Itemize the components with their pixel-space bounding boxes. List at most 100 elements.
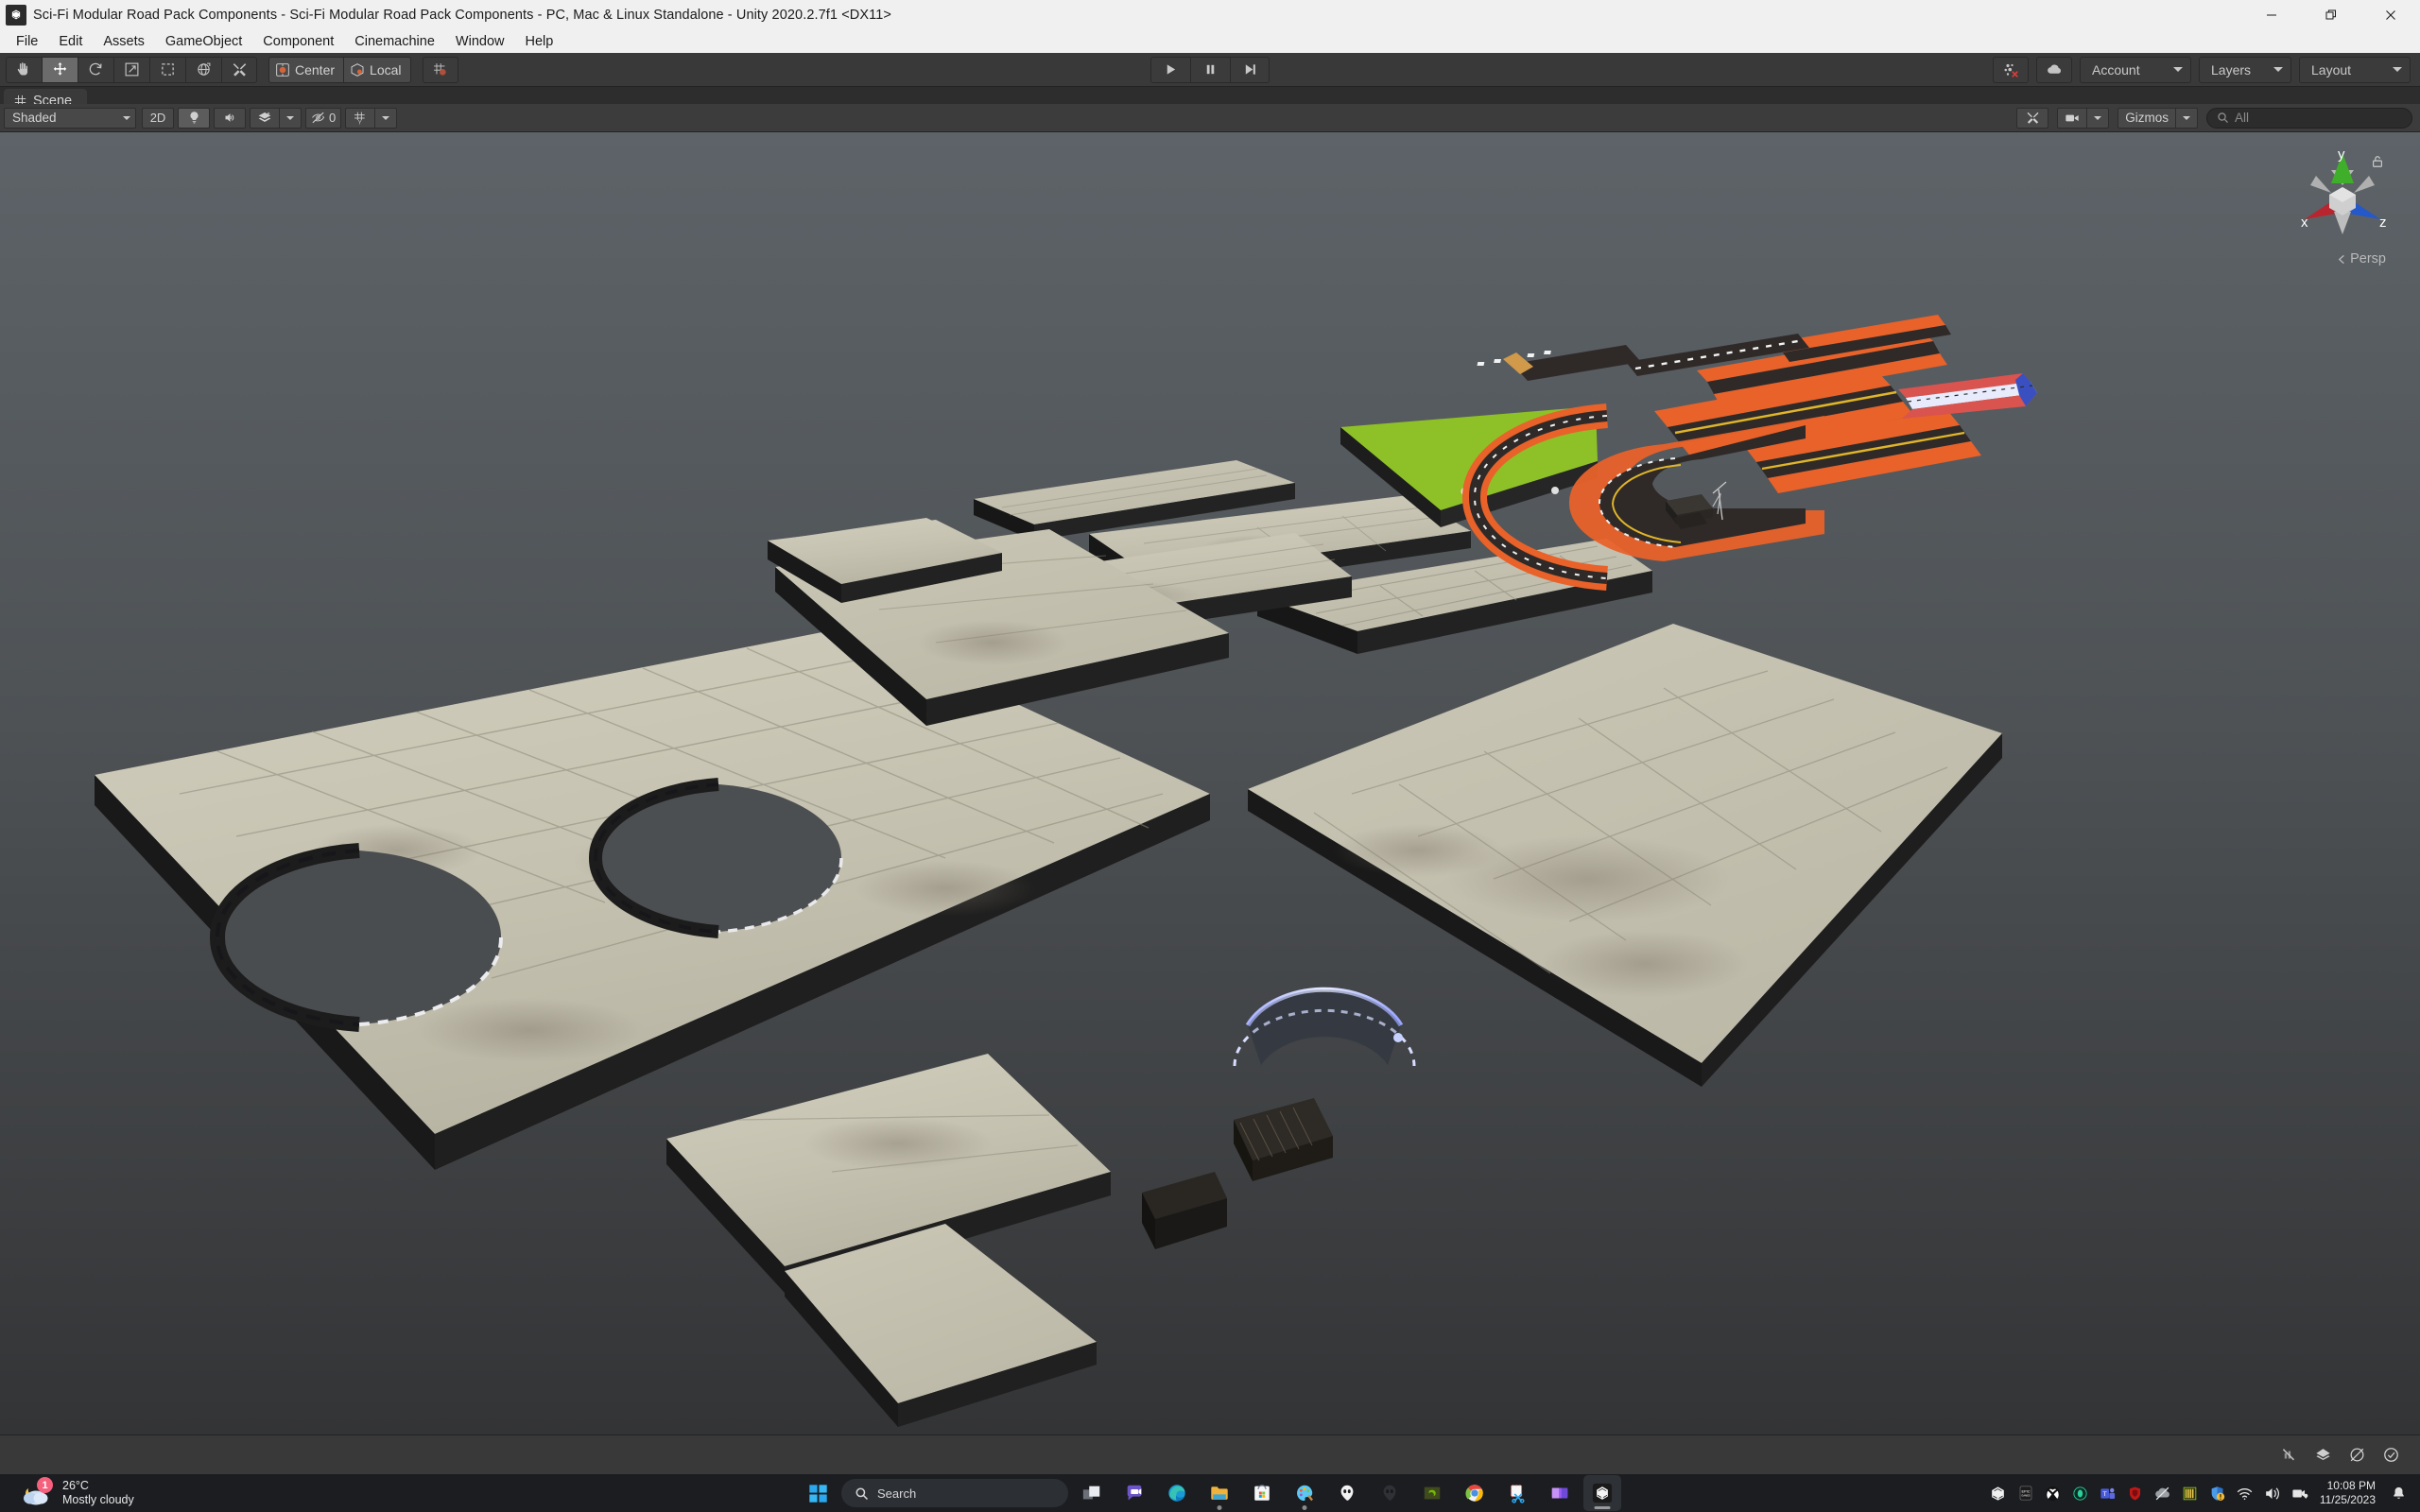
clock-date: 11/25/2023 bbox=[2319, 1493, 2376, 1506]
rect-tool[interactable] bbox=[149, 56, 185, 83]
mcafee-tray-icon[interactable] bbox=[2122, 1478, 2149, 1508]
unity-tray-icon[interactable] bbox=[1985, 1478, 2012, 1508]
camera-settings-dropdown[interactable] bbox=[2057, 107, 2110, 129]
paint-icon[interactable] bbox=[1286, 1475, 1323, 1511]
camera-icon[interactable] bbox=[2057, 107, 2087, 129]
collab-error-icon[interactable] bbox=[1993, 56, 2029, 83]
windows-security-tray-icon[interactable] bbox=[2204, 1478, 2231, 1508]
layout-label: Layout bbox=[2311, 61, 2352, 77]
scene-search-input[interactable]: All bbox=[2206, 107, 2412, 129]
lighting-toggle[interactable] bbox=[178, 107, 210, 129]
ready-check-icon[interactable] bbox=[2375, 1443, 2407, 1468]
audio-toggle[interactable] bbox=[214, 107, 246, 129]
effects-dropdown[interactable] bbox=[250, 107, 302, 129]
windows-start-icon[interactable] bbox=[799, 1476, 837, 1510]
eye-off-icon bbox=[312, 112, 324, 124]
transform-tool[interactable] bbox=[185, 56, 221, 83]
epic-games-tray-icon[interactable]: EPIC GAMES bbox=[2013, 1478, 2039, 1508]
scene-projection-label[interactable]: Persp bbox=[2337, 251, 2386, 266]
partly-cloudy-night-icon: 1 bbox=[21, 1477, 53, 1507]
minimize-icon[interactable] bbox=[2241, 0, 2301, 29]
rotate-tool[interactable] bbox=[78, 56, 113, 83]
svg-text:T: T bbox=[2103, 1490, 2107, 1497]
search-icon bbox=[856, 1487, 869, 1500]
wifi-tray-icon[interactable] bbox=[2232, 1478, 2258, 1508]
scene-tools-icon[interactable] bbox=[2016, 107, 2049, 129]
hidden-objects-toggle[interactable]: 0 bbox=[305, 107, 342, 129]
effects-icon[interactable] bbox=[250, 107, 279, 129]
warning-collapse-icon[interactable] bbox=[2307, 1443, 2339, 1468]
hand-tool[interactable] bbox=[6, 56, 42, 83]
pause-button[interactable] bbox=[1190, 56, 1230, 83]
menu-edit[interactable]: Edit bbox=[48, 30, 93, 53]
gizmos-dropdown[interactable]: Gizmos bbox=[2118, 107, 2198, 129]
grid-snap-icon[interactable] bbox=[422, 56, 458, 83]
layers-dropdown[interactable]: Layers bbox=[2199, 56, 2291, 83]
chat-icon[interactable] bbox=[1115, 1475, 1153, 1511]
alienware-light-icon[interactable] bbox=[1328, 1475, 1366, 1511]
step-button[interactable] bbox=[1230, 56, 1270, 83]
chevron-down-icon bbox=[2094, 115, 2102, 120]
scene-view-gizmo[interactable]: x z y bbox=[2284, 140, 2401, 257]
weather-widget[interactable]: 1 26°C Mostly cloudy bbox=[0, 1477, 134, 1507]
gizmos-button[interactable]: Gizmos bbox=[2118, 107, 2175, 129]
taskbar-search-input[interactable]: Search bbox=[841, 1479, 1068, 1507]
lock-open-icon[interactable] bbox=[2371, 155, 2384, 173]
error-mute-icon[interactable] bbox=[2273, 1443, 2305, 1468]
handle-rotation-button[interactable]: Local bbox=[343, 56, 411, 83]
draw-mode-dropdown[interactable]: Shaded bbox=[4, 107, 136, 129]
camera-caret[interactable] bbox=[2086, 107, 2110, 129]
pivot-mode-button[interactable]: Center bbox=[268, 56, 344, 83]
edge-icon[interactable] bbox=[1158, 1475, 1196, 1511]
alienware-tray-icon[interactable] bbox=[2067, 1478, 2094, 1508]
gizmos-label: Gizmos bbox=[2125, 111, 2169, 125]
account-dropdown[interactable]: Account bbox=[2080, 56, 2191, 83]
alienware-dark-icon[interactable] bbox=[1371, 1475, 1409, 1511]
taskbar-clock[interactable]: 10:08 PM 11/25/2023 bbox=[2314, 1479, 2385, 1507]
effects-caret[interactable] bbox=[279, 107, 302, 129]
unity-icon[interactable] bbox=[1583, 1475, 1621, 1511]
intel-tray-icon[interactable] bbox=[2177, 1478, 2204, 1508]
task-view-icon[interactable] bbox=[1073, 1475, 1111, 1511]
xbox-tray-icon[interactable] bbox=[2040, 1478, 2066, 1508]
bell-icon[interactable] bbox=[2386, 1478, 2411, 1508]
mobile-devices-tray-icon[interactable] bbox=[2287, 1478, 2313, 1508]
menu-help[interactable]: Help bbox=[514, 30, 563, 53]
lightbulb-icon bbox=[189, 112, 199, 124]
chrome-icon[interactable] bbox=[1456, 1475, 1494, 1511]
window-title: Sci-Fi Modular Road Pack Components - Sc… bbox=[33, 7, 891, 23]
onedrive-offline-tray-icon[interactable] bbox=[2150, 1478, 2176, 1508]
grid-caret[interactable] bbox=[374, 107, 398, 129]
grid-visibility-dropdown[interactable]: Y bbox=[345, 107, 398, 129]
teams-tray-icon[interactable]: T bbox=[2095, 1478, 2121, 1508]
clipchamp-icon[interactable] bbox=[1541, 1475, 1579, 1511]
chevron-down-icon bbox=[2273, 67, 2283, 72]
restore-icon[interactable] bbox=[2301, 0, 2360, 29]
nvidia-icon[interactable] bbox=[1413, 1475, 1451, 1511]
log-off-icon[interactable] bbox=[2341, 1443, 2373, 1468]
svg-text:Y: Y bbox=[358, 120, 362, 125]
move-tool[interactable] bbox=[42, 56, 78, 83]
toggle-2d-button[interactable]: 2D bbox=[142, 107, 174, 129]
gizmos-caret[interactable] bbox=[2175, 107, 2198, 129]
menu-component[interactable]: Component bbox=[252, 30, 344, 53]
snipping-tool-icon[interactable] bbox=[1498, 1475, 1536, 1511]
scene-viewport[interactable]: x z y Persp bbox=[0, 132, 2420, 1435]
file-explorer-icon[interactable] bbox=[1201, 1475, 1238, 1511]
play-button[interactable] bbox=[1150, 56, 1190, 83]
grid-visibility-icon[interactable]: Y bbox=[345, 107, 375, 129]
cloud-icon[interactable] bbox=[2036, 56, 2072, 83]
menu-cinemachine[interactable]: Cinemachine bbox=[344, 30, 445, 53]
close-icon[interactable] bbox=[2360, 0, 2420, 29]
menu-gameobject[interactable]: GameObject bbox=[155, 30, 252, 53]
volume-tray-icon[interactable] bbox=[2259, 1478, 2286, 1508]
scale-tool[interactable] bbox=[113, 56, 149, 83]
layout-dropdown[interactable]: Layout bbox=[2299, 56, 2411, 83]
title-bar: Sci-Fi Modular Road Pack Components - Sc… bbox=[0, 0, 2420, 29]
custom-tools[interactable] bbox=[221, 56, 257, 83]
draw-mode-label: Shaded bbox=[12, 111, 57, 125]
menu-assets[interactable]: Assets bbox=[93, 30, 155, 53]
microsoft-store-icon[interactable] bbox=[1243, 1475, 1281, 1511]
menu-window[interactable]: Window bbox=[445, 30, 515, 53]
menu-file[interactable]: File bbox=[6, 30, 48, 53]
